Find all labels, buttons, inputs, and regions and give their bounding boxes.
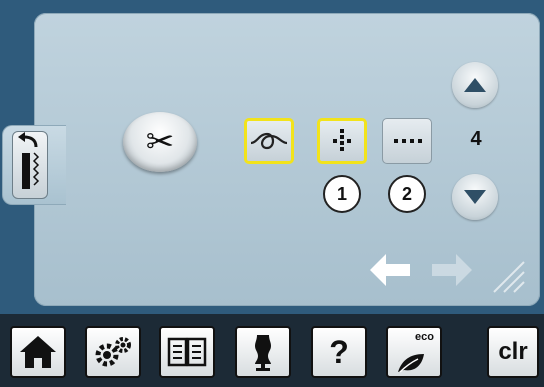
securing-stitch-button[interactable] xyxy=(317,118,367,164)
decrease-button[interactable] xyxy=(452,174,498,220)
thread-cutter-button[interactable]: ✂ xyxy=(123,112,197,172)
setup-button[interactable] xyxy=(85,326,141,378)
back-button[interactable] xyxy=(12,131,48,199)
increase-button[interactable] xyxy=(452,62,498,108)
stitch-count: 4 xyxy=(470,128,482,150)
leaf-icon xyxy=(398,354,424,373)
stitch-row-button[interactable] xyxy=(382,118,432,164)
advisor-button[interactable] xyxy=(235,326,291,378)
knot-icon xyxy=(250,132,288,150)
scissors-icon: ✂ xyxy=(145,122,175,162)
knot-button[interactable] xyxy=(244,118,294,164)
setup-gears-icon xyxy=(95,337,131,367)
eco-label: eco xyxy=(415,331,434,343)
clear-button[interactable]: clr xyxy=(487,326,539,378)
securing-stitch-icon xyxy=(333,129,351,151)
down-arrow-icon xyxy=(464,190,486,204)
badge-1: 1 xyxy=(323,175,361,213)
home-button[interactable] xyxy=(10,326,66,378)
back-arrow-icon xyxy=(18,132,40,189)
stitch-row-icon xyxy=(394,139,422,143)
eco-button[interactable]: eco xyxy=(386,326,442,378)
book-icon xyxy=(167,337,207,367)
resize-grip-icon xyxy=(493,261,525,293)
tutorial-button[interactable] xyxy=(159,326,215,378)
back-nav-arrow-icon[interactable] xyxy=(368,250,412,290)
up-arrow-icon xyxy=(464,78,486,92)
badge-2: 2 xyxy=(388,175,426,213)
forward-nav-arrow-icon xyxy=(432,254,472,286)
dress-form-icon xyxy=(255,335,271,371)
home-icon xyxy=(20,336,56,368)
help-button[interactable]: ? xyxy=(311,326,367,378)
